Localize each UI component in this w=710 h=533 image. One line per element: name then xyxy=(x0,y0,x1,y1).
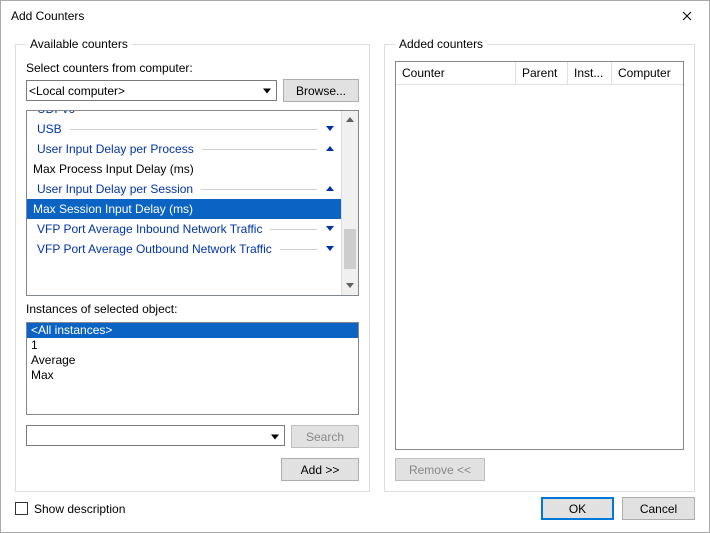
counter-item[interactable]: VFP Port Average Outbound Network Traffi… xyxy=(27,239,341,259)
add-counters-dialog: Add Counters Available counters Select c… xyxy=(0,0,710,533)
available-counters-panel: Available counters Select counters from … xyxy=(15,37,370,492)
instance-item[interactable]: 1 xyxy=(27,338,358,353)
checkbox-box xyxy=(15,502,28,515)
counter-item[interactable]: User Input Delay per Session xyxy=(27,179,341,199)
counter-item[interactable]: UDPv6 xyxy=(27,111,341,119)
counter-subitem-selected[interactable]: Max Session Input Delay (ms) xyxy=(27,199,341,219)
browse-button[interactable]: Browse... xyxy=(283,79,359,102)
computer-select[interactable]: <Local computer> xyxy=(26,80,277,101)
counter-item[interactable]: USB xyxy=(27,119,341,139)
titlebar: Add Counters xyxy=(1,1,709,31)
counters-list-inner: UDPv6 USB User Input Delay per Process xyxy=(27,111,341,295)
col-parent[interactable]: Parent xyxy=(516,62,568,85)
add-button[interactable]: Add >> xyxy=(281,458,359,481)
col-computer[interactable]: Computer xyxy=(612,62,683,85)
show-description-label: Show description xyxy=(34,502,125,516)
counters-list[interactable]: UDPv6 USB User Input Delay per Process xyxy=(26,110,359,296)
chevron-down-icon[interactable] xyxy=(325,126,335,132)
cancel-button[interactable]: Cancel xyxy=(622,497,695,520)
added-counters-panel: Added counters Counter Parent Inst... Co… xyxy=(384,37,695,492)
chevron-down-icon[interactable] xyxy=(325,246,335,252)
chevron-up-icon[interactable] xyxy=(325,186,335,192)
instance-item[interactable]: Max xyxy=(27,368,358,383)
scroll-thumb[interactable] xyxy=(344,229,356,269)
close-button[interactable] xyxy=(664,1,709,31)
instance-item[interactable]: <All instances> xyxy=(27,323,358,338)
scroll-up-icon[interactable] xyxy=(342,111,358,128)
search-button[interactable]: Search xyxy=(291,425,359,448)
col-counter[interactable]: Counter xyxy=(396,62,516,85)
instances-list[interactable]: <All instances> 1 Average Max xyxy=(26,322,359,415)
remove-button[interactable]: Remove << xyxy=(395,458,485,481)
counters-scrollbar[interactable] xyxy=(341,111,358,295)
counter-item[interactable]: User Input Delay per Process xyxy=(27,139,341,159)
ok-button[interactable]: OK xyxy=(541,497,614,520)
select-computer-label: Select counters from computer: xyxy=(26,61,359,75)
grid-header: Counter Parent Inst... Computer xyxy=(396,62,683,85)
instance-search-input[interactable] xyxy=(26,425,285,446)
counter-item[interactable]: VFP Port Average Inbound Network Traffic xyxy=(27,219,341,239)
close-icon xyxy=(682,11,692,21)
instance-item[interactable]: Average xyxy=(27,353,358,368)
added-counters-legend: Added counters xyxy=(395,37,487,51)
scroll-down-icon[interactable] xyxy=(342,278,358,295)
chevron-down-icon[interactable] xyxy=(325,111,335,112)
grid-body xyxy=(396,85,683,449)
added-counters-grid[interactable]: Counter Parent Inst... Computer xyxy=(395,61,684,450)
available-counters-legend: Available counters xyxy=(26,37,132,51)
chevron-down-icon[interactable] xyxy=(325,226,335,232)
chevron-up-icon[interactable] xyxy=(325,146,335,152)
show-description-checkbox[interactable]: Show description xyxy=(15,502,125,516)
counter-subitem[interactable]: Max Process Input Delay (ms) xyxy=(27,159,341,179)
instances-label: Instances of selected object: xyxy=(26,302,359,316)
window-title: Add Counters xyxy=(11,9,664,23)
col-instance[interactable]: Inst... xyxy=(568,62,612,85)
